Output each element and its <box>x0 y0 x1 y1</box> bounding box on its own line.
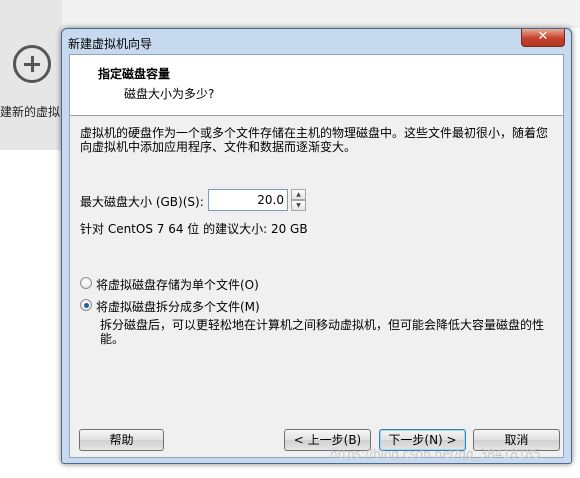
window-title: 新建虚拟机向导 <box>68 37 153 51</box>
max-disk-size-label: 最大磁盘大小 (GB)(S): <box>80 195 204 209</box>
close-icon: ✕ <box>537 29 549 44</box>
arrow-up-icon: ▲ <box>296 191 301 198</box>
split-description: 拆分磁盘后，可以更轻松地在计算机之间移动虚拟机，但可能会降低大容量磁盘的性能。 <box>100 318 545 346</box>
close-button[interactable]: ✕ <box>521 29 565 47</box>
max-disk-size-input[interactable] <box>208 189 288 211</box>
spin-up-button[interactable]: ▲ <box>291 189 306 200</box>
watermark: https://blog.csdn.net/qq_38418185 <box>330 447 541 461</box>
disk-description: 虚拟机的硬盘作为一个或多个文件存储在主机的物理磁盘中。这些文件最初很小，随着您向… <box>80 126 549 154</box>
disk-size-spinner: ▲ ▼ <box>291 189 306 211</box>
wizard-body: 指定磁盘容量 磁盘大小为多少? 虚拟机的硬盘作为一个或多个文件存储在主机的物理磁… <box>69 54 564 458</box>
plus-circle-icon <box>13 45 51 83</box>
wizard-header: 指定磁盘容量 磁盘大小为多少? <box>70 55 563 116</box>
page-title: 指定磁盘容量 <box>98 67 171 81</box>
arrow-down-icon: ▼ <box>296 202 301 209</box>
background-toolbar <box>62 0 580 28</box>
option-single-file-label: 将虚拟磁盘存储为单个文件(O) <box>96 278 259 292</box>
new-vm-tile[interactable]: 建新的虚拟 <box>0 0 62 150</box>
radio-split-files[interactable] <box>80 299 92 311</box>
new-vm-wizard-dialog: 新建虚拟机向导 ✕ 指定磁盘容量 磁盘大小为多少? 虚拟机的硬盘作为一个或多个文… <box>61 28 572 464</box>
option-split-files-label: 将虚拟磁盘拆分成多个文件(M) <box>96 300 260 314</box>
page-subtitle: 磁盘大小为多少? <box>124 87 215 101</box>
help-button[interactable]: 帮助 <box>79 429 164 451</box>
new-vm-label: 建新的虚拟 <box>0 105 61 119</box>
spin-down-button[interactable]: ▼ <box>291 200 306 211</box>
radio-single-file[interactable] <box>80 277 92 289</box>
title-bar[interactable]: 新建虚拟机向导 ✕ <box>62 29 571 53</box>
recommended-size-text: 针对 CentOS 7 64 位 的建议大小: 20 GB <box>80 222 308 236</box>
